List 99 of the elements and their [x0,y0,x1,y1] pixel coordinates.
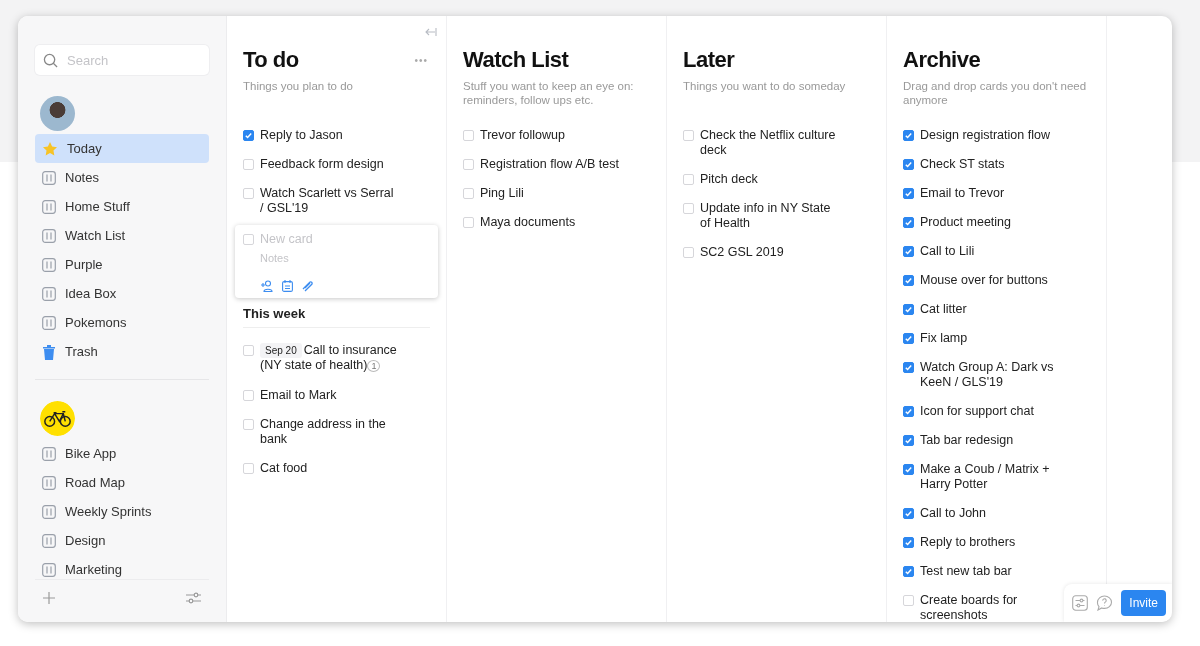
checkbox[interactable] [903,406,914,417]
board-icon [42,257,56,272]
checkbox[interactable] [903,537,914,548]
card-title[interactable]: Mouse over for buttons [920,273,1048,288]
sidebar-item[interactable]: Road Map [35,468,209,497]
board-icon [42,533,56,548]
sidebar-item[interactable]: Marketing [35,555,209,579]
checkbox[interactable] [903,464,914,475]
collapse-icon[interactable] [425,27,437,37]
card-title[interactable]: Cat litter [920,302,967,317]
board-icon [42,286,56,301]
board-icon [42,475,56,490]
card-title[interactable]: Maya documents [480,215,576,230]
card-title[interactable]: Fix lamp [920,331,968,346]
sidebar-item[interactable]: Today [35,134,209,163]
card-title[interactable]: Icon for support chat [920,404,1034,419]
checkbox[interactable] [903,130,914,141]
checkbox[interactable] [903,508,914,519]
add-icon[interactable] [43,592,55,604]
card-title[interactable]: Make a Coub / Matrix + Harry Potter [920,462,1060,492]
column-title: To do [243,47,299,73]
board-icon [42,504,56,519]
checkbox[interactable] [903,159,914,170]
card-title[interactable]: Trevor followup [480,128,565,143]
sidebar-item[interactable]: Purple [35,250,209,279]
card-title[interactable]: Create boards for screenshots [920,593,1060,622]
card-title[interactable]: Sep 20 Call to insurance (NY state of health) 1 [260,343,400,374]
search-input[interactable]: Search [65,51,189,69]
calendar-icon[interactable] [282,280,293,292]
column-description: Stuff you want to keep an eye on: reminders, follow ups etc. [463,79,635,107]
sidebar-item[interactable]: Trash [35,337,209,366]
column-description: Things you want to do someday [683,79,847,94]
card-title[interactable]: Reply to Jason [260,128,343,143]
sidebar-item[interactable]: Watch List [35,221,209,250]
column-description: Drag and drop cards you don't need anymore [903,79,1088,107]
checkbox[interactable] [903,217,914,228]
board-icon [42,170,56,185]
card-title-field[interactable]: New card [260,232,410,246]
column-title: Archive [903,47,981,73]
card-title[interactable]: Check ST stats [920,157,1005,172]
board-icon [42,228,56,243]
filter-sliders-icon[interactable] [1072,595,1089,611]
settings-sliders-icon[interactable] [186,592,201,604]
sidebar-item[interactable]: Home Stuff [35,192,209,221]
sidebar-item[interactable]: Weekly Sprints [35,497,209,526]
attachment-icon[interactable] [302,280,314,292]
card-title[interactable]: Watch Scarlett vs Serral / GSL'19 [260,186,400,216]
section-title: This week [243,306,430,328]
card-title[interactable]: Reply to brothers [920,535,1016,550]
card-title[interactable]: Email to Mark [260,388,337,403]
card-title[interactable]: Update info in NY State of Health [700,201,840,231]
star-icon [42,140,58,157]
assign-person-icon[interactable] [261,280,273,292]
checkbox[interactable] [903,246,914,257]
checkbox[interactable] [903,275,914,286]
board-icon [42,562,56,577]
trash-icon [42,343,56,360]
card-title[interactable]: Call to Lili [920,244,975,259]
card-title[interactable]: Email to Trevor [920,186,1005,201]
sidebar-item[interactable]: Bike App [35,439,209,468]
checkbox[interactable] [903,304,914,315]
card-title[interactable]: SC2 GSL 2019 [700,245,784,260]
sidebar-item[interactable]: Idea Box [35,279,209,308]
sidebar-item[interactable]: Design [35,526,209,555]
board-icon [42,315,56,330]
board-icon [42,446,56,461]
card-title[interactable]: Ping Lili [480,186,524,201]
sidebar-item[interactable]: Notes [35,163,209,192]
card-title[interactable]: Feedback form design [260,157,384,172]
checkbox[interactable] [903,188,914,199]
card-title[interactable]: Call to John [920,506,986,521]
card-title[interactable]: Pitch deck [700,172,758,187]
card-title[interactable]: Registration flow A/B test [480,157,619,172]
card-title[interactable]: Check the Netflix culture deck [700,128,840,158]
date-badge: Sep 20 [260,343,302,358]
column-description: Things you plan to do [243,79,354,94]
card-title[interactable]: Tab bar redesign [920,433,1014,448]
search-icon [43,52,58,68]
card-title[interactable]: Test new tab bar [920,564,1012,579]
search-field[interactable]: Search [35,45,209,75]
column-title: Watch List [463,47,569,73]
notes-field[interactable]: Notes [260,252,410,264]
help-icon[interactable] [1096,595,1114,611]
bike-avatar-icon[interactable] [40,401,75,436]
card-title[interactable]: Cat food [260,461,308,476]
checkbox[interactable] [903,362,914,373]
card-title[interactable]: Product meeting [920,215,1012,230]
checkbox[interactable] [903,333,914,344]
avatar[interactable] [40,96,75,131]
checkbox[interactable] [243,130,254,141]
column-title: Later [683,47,735,73]
checkbox[interactable] [903,566,914,577]
card-title[interactable]: Change address in the bank [260,417,400,447]
checkbox[interactable] [903,435,914,446]
card-title[interactable]: Design registration flow [920,128,1050,143]
sidebar-item[interactable]: Pokemons [35,308,209,337]
board-icon [42,199,56,214]
card-title[interactable]: Watch Group A: Dark vs KeeN / GLS'19 [920,360,1060,390]
invite-button[interactable]: Invite [1121,590,1166,616]
